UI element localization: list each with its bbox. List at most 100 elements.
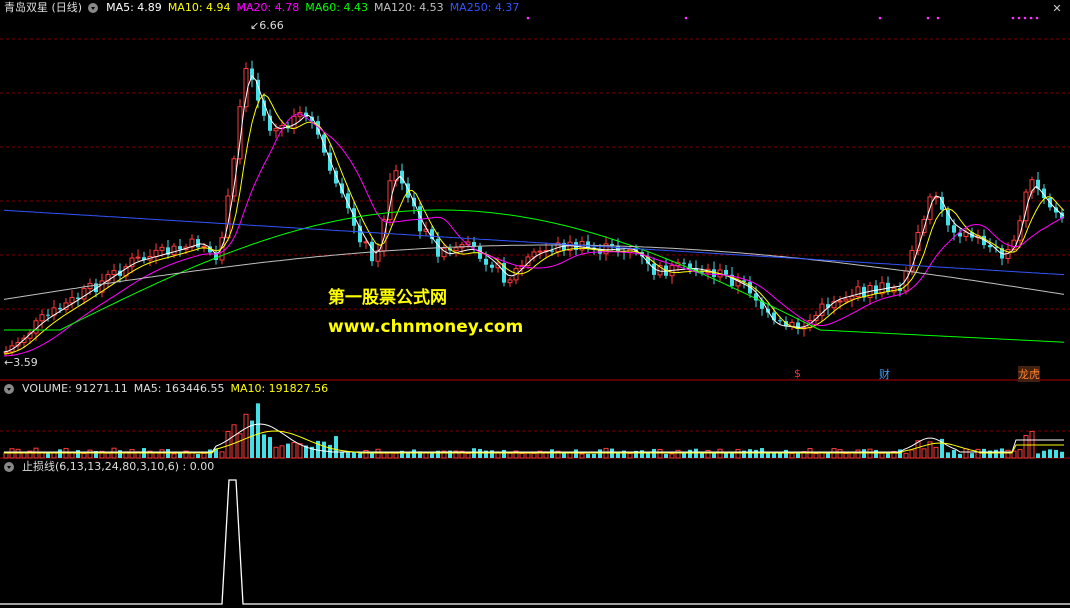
- volume-bar: [105, 452, 111, 459]
- volume-bar: [322, 441, 326, 458]
- candle-body: [39, 314, 45, 322]
- stoploss-label: 止损线(6,13,13,24,80,3,10,6) : 0.00: [22, 460, 215, 473]
- volume-bar: [909, 449, 915, 459]
- volume-bar: [1048, 449, 1052, 458]
- volume-ma5-label: MA5: 163446.55: [133, 382, 225, 395]
- ma60-label: MA60: 4.43: [305, 1, 368, 14]
- volume-bar: [946, 452, 950, 458]
- volume-bar: [994, 449, 998, 458]
- candle-body: [778, 320, 782, 322]
- volume-header: VOLUME: 91271.11 MA5: 163446.55 MA10: 19…: [0, 381, 328, 397]
- candle-body: [46, 314, 50, 316]
- volume-bar: [640, 450, 644, 458]
- volume-bar: [159, 449, 165, 459]
- main-title: 青岛双星 (日线): [4, 1, 83, 14]
- volume-bar: [381, 452, 387, 459]
- event-mark-finance[interactable]: 财: [879, 366, 890, 382]
- volume-bar: [58, 449, 62, 458]
- volume-bar: [507, 452, 513, 459]
- dropdown-circle-icon[interactable]: [88, 3, 99, 13]
- volume-bar: [219, 451, 225, 459]
- high-price-label: ↙6.66: [250, 19, 284, 32]
- volume-bar: [664, 453, 668, 458]
- candle-body: [724, 269, 728, 275]
- candle-body: [135, 256, 141, 259]
- volume-bar: [748, 449, 752, 458]
- candle-body: [69, 297, 75, 304]
- volume-bar: [531, 452, 537, 459]
- dropdown-circle-icon[interactable]: [4, 462, 14, 472]
- candle-body: [159, 246, 165, 251]
- volume-bar: [15, 448, 21, 459]
- moving-average-lines: [3, 75, 1065, 357]
- candle-body: [453, 247, 459, 251]
- volume-bar: [754, 449, 758, 458]
- volume-bar: [970, 453, 974, 458]
- volume-bar: [592, 453, 596, 458]
- volume-bar: [682, 453, 686, 458]
- volume-bar: [490, 450, 494, 458]
- dropdown-circle-icon[interactable]: [4, 384, 14, 394]
- volume-bar: [76, 450, 80, 458]
- candle-body: [507, 279, 513, 284]
- candle-body: [484, 258, 488, 265]
- volume-bar: [196, 453, 200, 458]
- event-mark-dragon-tiger[interactable]: 龙虎: [1018, 366, 1040, 382]
- volume-bar: [1005, 449, 1011, 459]
- volume-bar: [789, 452, 795, 459]
- volume-bar: [393, 452, 399, 459]
- volume-bar: [81, 452, 87, 459]
- volume-bar: [525, 452, 531, 459]
- candle-body: [837, 300, 843, 303]
- volume-bar: [286, 443, 290, 458]
- volume-bar: [1042, 450, 1046, 458]
- volume-bar: [886, 452, 890, 458]
- volume-bar: [291, 442, 297, 459]
- volume-bar: [567, 452, 573, 459]
- volume-bar: [262, 434, 266, 458]
- volume-bar: [1054, 449, 1058, 458]
- volume-bar: [586, 453, 590, 458]
- candle-body: [921, 219, 927, 234]
- candle-body: [952, 225, 956, 233]
- low-price-label: ←3.59: [4, 356, 38, 369]
- volume-bar: [268, 437, 272, 458]
- volume-bar: [903, 452, 909, 459]
- chart-area[interactable]: [0, 0, 1070, 608]
- volume-bar: [519, 452, 525, 459]
- volume-bar: [1036, 453, 1040, 458]
- volume-bar: [819, 452, 825, 459]
- volume-bar: [231, 424, 237, 459]
- volume-bar: [273, 446, 279, 459]
- volume-bar: [465, 452, 471, 459]
- volume-bar: [352, 451, 356, 458]
- ma10-line: [3, 93, 1065, 355]
- event-mark-dividend[interactable]: $: [794, 367, 801, 380]
- candle-body: [201, 245, 207, 248]
- candlesticks: [3, 60, 1064, 356]
- ma10-label: MA10: 4.94: [167, 1, 231, 14]
- volume-bar: [406, 453, 410, 458]
- candle-body: [550, 250, 554, 252]
- candle-body: [178, 246, 182, 250]
- candle-body: [855, 286, 861, 298]
- top-signal-dots: [526, 16, 1039, 20]
- ma20-line: [3, 113, 1065, 357]
- stoploss-header: 止损线(6,13,13,24,80,3,10,6) : 0.00: [0, 459, 214, 475]
- volume-bar: [346, 452, 350, 458]
- candle-body: [273, 128, 279, 132]
- volume-bar: [129, 449, 135, 459]
- watermark-line1: 第一股票公式网: [328, 288, 447, 308]
- volume-bar: [208, 449, 212, 458]
- volume-bar: [166, 449, 170, 458]
- volume-bar: [201, 452, 207, 459]
- volume-bar: [375, 448, 381, 459]
- close-icon[interactable]: ✕: [1050, 2, 1064, 16]
- volume-bar: [975, 448, 981, 459]
- volume-bar: [87, 449, 93, 459]
- candle-body: [490, 264, 494, 268]
- candle-body: [171, 245, 177, 256]
- volume-bar: [1017, 449, 1023, 459]
- volume-bar: [735, 448, 741, 459]
- volume-bar: [874, 449, 878, 458]
